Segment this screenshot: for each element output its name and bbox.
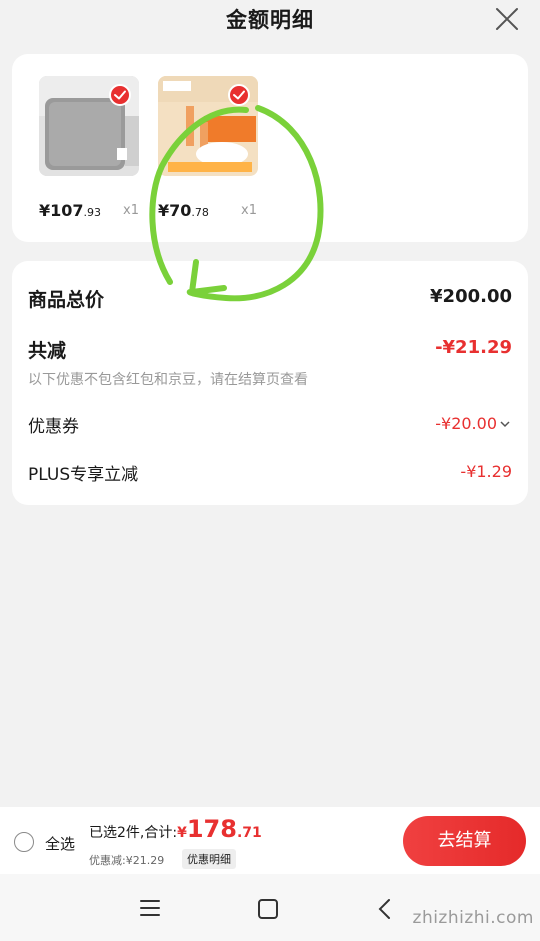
checkout-button[interactable]: 去结算	[403, 816, 526, 866]
watermark: zhizhizhi.com	[412, 908, 534, 928]
check-icon[interactable]	[109, 84, 131, 106]
bottom-bar: 全选 已选2件,合计:¥178.71 优惠减:¥21.29 优惠明细 去结算	[0, 807, 540, 874]
total-int: 178	[186, 815, 237, 843]
reduce-note: 以下优惠不包含红包和京豆，请在结算页查看	[28, 372, 308, 388]
coupon-value: -¥20.00	[435, 414, 497, 433]
total-value: ¥200.00	[430, 286, 512, 307]
item-price-int: ¥107	[39, 201, 84, 220]
page-title: 金额明细	[226, 8, 314, 32]
select-all-label[interactable]: 全选	[45, 833, 75, 854]
total-summary: 已选2件,合计:¥178.71	[89, 815, 262, 843]
chevron-down-icon	[500, 420, 510, 427]
total-label: 商品总价	[28, 289, 105, 311]
plus-value: -¥1.29	[460, 462, 512, 481]
annotation-circle	[149, 105, 324, 302]
discount-detail-button[interactable]: 优惠明细	[182, 849, 236, 869]
item-price: ¥107.93	[39, 201, 101, 220]
selected-summary: 已选2件,合计:	[89, 825, 178, 841]
system-nav-bar: zhizhizhi.com	[0, 874, 540, 941]
discount-text: 优惠减:¥21.29	[89, 854, 165, 867]
menu-icon[interactable]	[139, 898, 161, 918]
coupon-label: 优惠券	[28, 417, 79, 437]
home-square-icon[interactable]	[257, 898, 279, 920]
back-chevron-icon[interactable]	[376, 898, 392, 920]
product-image-sofa-cover[interactable]	[39, 76, 139, 176]
item-qty: x1	[123, 203, 139, 218]
reduce-label: 共减	[28, 340, 67, 362]
coupon-row-value[interactable]: -¥20.00	[435, 414, 510, 433]
select-all-radio[interactable]	[14, 832, 34, 852]
total-dec: .71	[236, 825, 262, 841]
item-price-dec: .93	[83, 206, 102, 219]
plus-label: PLUS专享立减	[28, 465, 139, 485]
total-currency: ¥	[177, 825, 187, 841]
reduce-value: -¥21.29	[435, 337, 512, 358]
close-icon[interactable]	[492, 4, 522, 34]
header: 金额明细	[0, 0, 540, 42]
